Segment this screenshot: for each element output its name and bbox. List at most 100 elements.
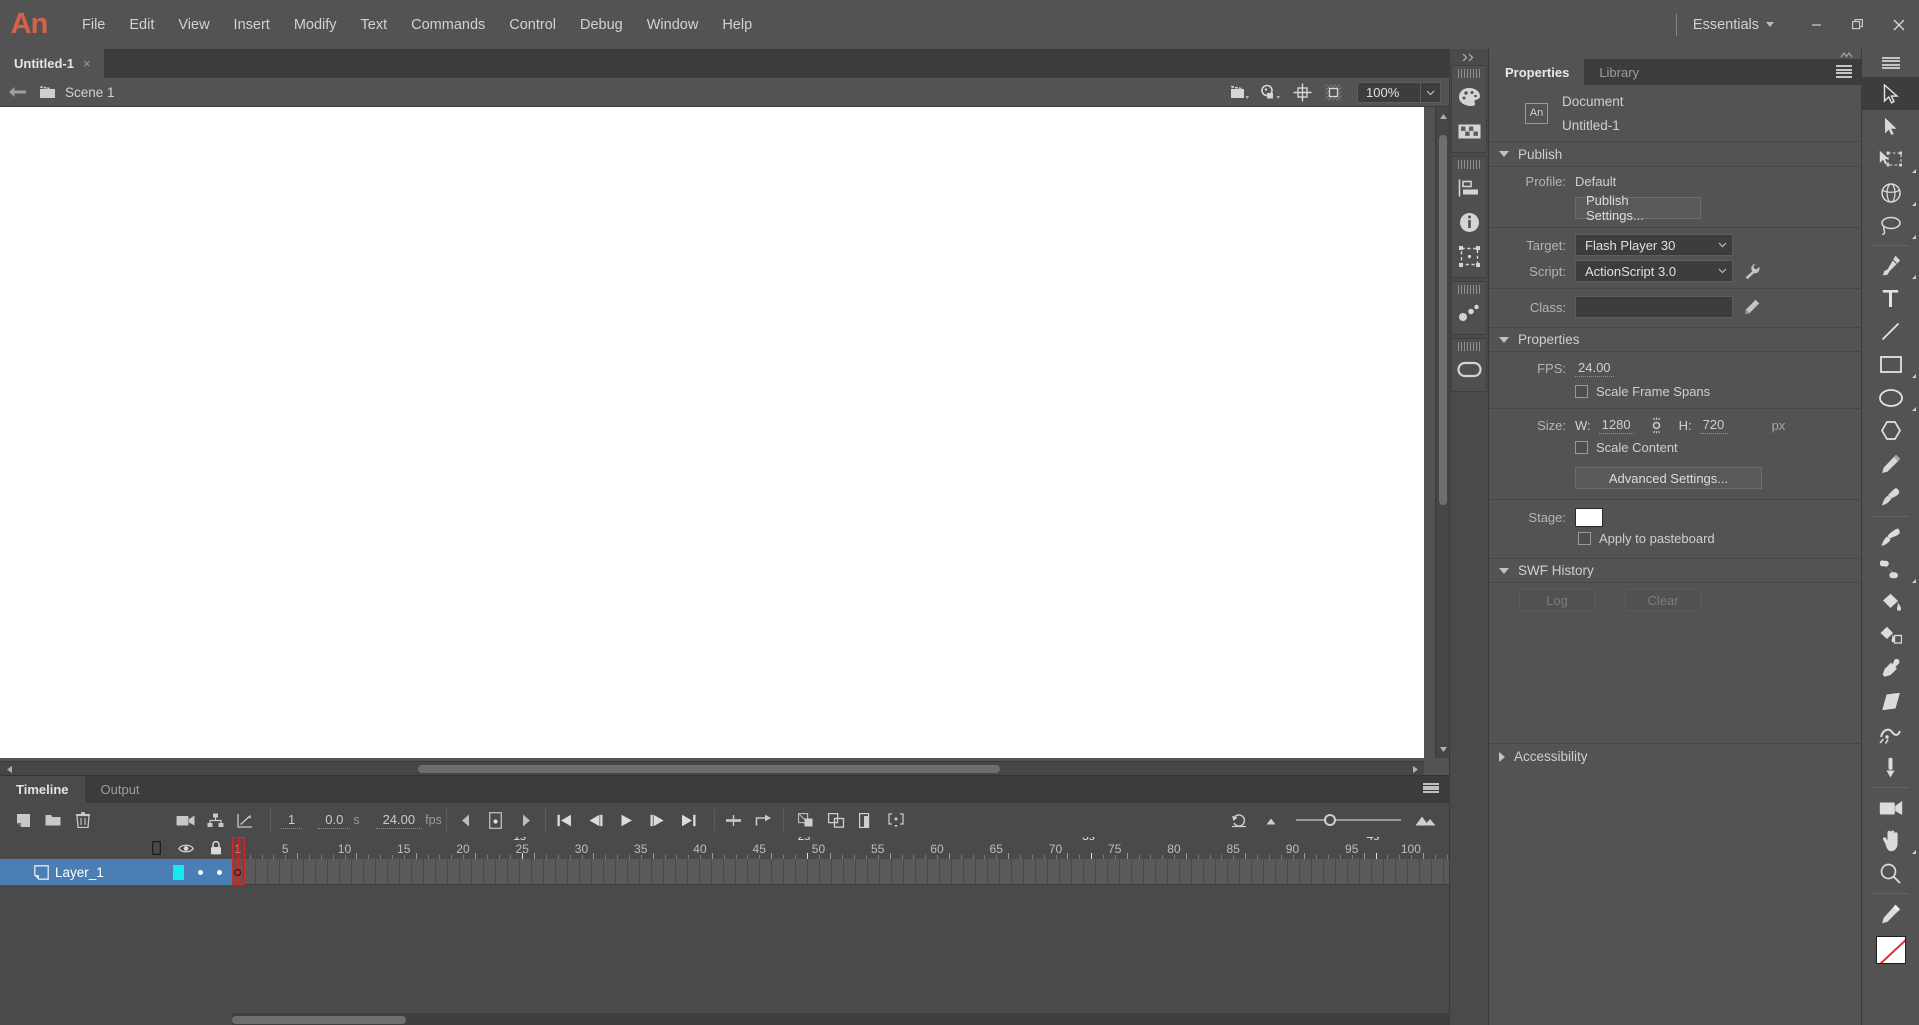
zoom-in-frames-icon[interactable] xyxy=(1411,805,1441,835)
zoom-level-combo[interactable]: 100% xyxy=(1357,82,1441,103)
link-broken-icon[interactable] xyxy=(1648,417,1665,434)
line-tool[interactable] xyxy=(1862,315,1919,348)
timeline-panel-menu-icon[interactable] xyxy=(1423,781,1439,795)
target-select[interactable]: Flash Player 30 xyxy=(1575,234,1733,256)
pencil-icon[interactable] xyxy=(1744,299,1760,315)
timeline-zoom-slider[interactable] xyxy=(1296,813,1401,827)
restore-button[interactable] xyxy=(1837,9,1878,40)
motion-editor-icon[interactable] xyxy=(1452,296,1486,330)
canvas-area[interactable] xyxy=(0,107,1449,775)
swatches-icon[interactable] xyxy=(1452,114,1486,148)
layer-lock-toggle[interactable] xyxy=(217,869,222,875)
advanced-settings-button[interactable]: Advanced Settings... xyxy=(1575,467,1762,489)
drag-grip[interactable] xyxy=(1458,342,1480,351)
fill-color-none[interactable] xyxy=(1862,930,1919,970)
horizontal-scrollbar-thumb[interactable] xyxy=(418,765,1000,773)
stage-color-swatch[interactable] xyxy=(1575,508,1603,527)
center-stage-icon[interactable] xyxy=(1288,81,1316,105)
menu-file[interactable]: File xyxy=(70,11,117,39)
eye-visibility-icon[interactable] xyxy=(178,843,194,854)
width-tool[interactable] xyxy=(1862,718,1919,751)
chevron-down-icon[interactable] xyxy=(1420,83,1440,102)
lock-icon[interactable] xyxy=(208,841,224,855)
frames-empty-area[interactable] xyxy=(232,885,1449,1012)
close-button[interactable] xyxy=(1878,9,1919,40)
timeline-ruler[interactable]: 1510152025303540455055606570758085909510… xyxy=(232,837,1449,859)
scale-frame-spans-checkbox[interactable]: Scale Frame Spans xyxy=(1575,384,1710,399)
layer-row-layer-1[interactable]: Layer_1 xyxy=(0,859,232,885)
workspace-switcher[interactable]: Essentials xyxy=(1693,17,1774,33)
menu-text[interactable]: Text xyxy=(349,11,400,39)
menu-commands[interactable]: Commands xyxy=(399,11,497,39)
output-column-icon[interactable] xyxy=(148,841,164,855)
menu-view[interactable]: View xyxy=(166,11,221,39)
new-folder-icon[interactable] xyxy=(38,805,68,835)
new-layer-icon[interactable] xyxy=(8,805,38,835)
paint-bucket-tool[interactable] xyxy=(1862,586,1919,619)
onion-skin-icon[interactable] xyxy=(852,805,882,835)
go-to-first-frame-icon[interactable] xyxy=(550,805,580,835)
camera-tool[interactable] xyxy=(1862,791,1919,824)
no-color-swatch[interactable] xyxy=(1875,936,1906,964)
info-icon[interactable] xyxy=(1452,205,1486,239)
height-input[interactable]: 720 xyxy=(1699,417,1728,434)
oval-tool[interactable] xyxy=(1862,381,1919,414)
eyedropper-tool[interactable] xyxy=(1862,652,1919,685)
menu-control[interactable]: Control xyxy=(497,11,568,39)
back-arrow-icon[interactable] xyxy=(0,86,34,98)
transform-icon[interactable] xyxy=(1452,239,1486,273)
scroll-right-icon[interactable] xyxy=(1408,762,1422,776)
ink-bottle-tool[interactable] xyxy=(1862,619,1919,652)
go-to-last-frame-icon[interactable] xyxy=(674,805,704,835)
menu-edit[interactable]: Edit xyxy=(117,11,166,39)
profile-value[interactable]: Default xyxy=(1575,174,1616,189)
edit-scene-icon[interactable] xyxy=(1226,81,1254,105)
collapse-rail-icon[interactable] xyxy=(1449,49,1489,65)
create-tween-icon[interactable] xyxy=(792,805,822,835)
pencil-tool[interactable] xyxy=(1862,447,1919,480)
frames-row-layer-1[interactable] xyxy=(232,859,1449,885)
slider-knob[interactable] xyxy=(1324,814,1336,826)
section-header-accessibility[interactable]: Accessibility xyxy=(1490,744,1861,769)
color-palette-icon[interactable] xyxy=(1452,80,1486,114)
step-forward-icon[interactable] xyxy=(643,805,673,835)
brush-tool[interactable] xyxy=(1862,480,1919,513)
edit-symbol-icon[interactable] xyxy=(1257,81,1285,105)
current-frame-field[interactable]: 1 xyxy=(281,812,303,829)
loop-prev-icon[interactable] xyxy=(451,805,481,835)
subselection-tool[interactable] xyxy=(1862,110,1919,143)
tab-library[interactable]: Library xyxy=(1584,59,1654,85)
section-header-properties[interactable]: Properties xyxy=(1490,327,1861,352)
hand-tool[interactable] xyxy=(1862,824,1919,857)
layer-visibility-toggle[interactable] xyxy=(198,869,203,875)
scale-content-checkbox[interactable]: Scale Content xyxy=(1575,440,1678,455)
free-transform-tool[interactable] xyxy=(1862,143,1919,176)
section-header-swf-history[interactable]: SWF History xyxy=(1490,558,1861,583)
menu-window[interactable]: Window xyxy=(635,11,711,39)
insert-keyframe-icon[interactable] xyxy=(719,805,749,835)
layer-outline-color-swatch[interactable] xyxy=(173,864,184,880)
zoom-level-value[interactable]: 100% xyxy=(1358,83,1420,102)
parenting-view-icon[interactable] xyxy=(200,805,230,835)
bone-tool[interactable] xyxy=(1862,553,1919,586)
3d-rotation-tool[interactable] xyxy=(1862,176,1919,209)
checkbox-box[interactable] xyxy=(1578,532,1591,545)
selection-tool[interactable] xyxy=(1862,77,1919,110)
scene-name-label[interactable]: Scene 1 xyxy=(65,85,115,100)
swf-clear-button[interactable]: Clear xyxy=(1625,589,1701,611)
asset-warp-tool[interactable] xyxy=(1862,751,1919,784)
lasso-tool[interactable] xyxy=(1862,209,1919,242)
document-tab-untitled-1[interactable]: Untitled-1 × xyxy=(0,49,104,78)
menu-insert[interactable]: Insert xyxy=(222,11,282,39)
section-header-publish[interactable]: Publish xyxy=(1490,142,1861,167)
loop-next-icon[interactable] xyxy=(511,805,541,835)
tools-panel-menu[interactable] xyxy=(1862,49,1919,77)
camera-icon[interactable] xyxy=(170,805,200,835)
menu-modify[interactable]: Modify xyxy=(282,11,349,39)
delete-layer-icon[interactable] xyxy=(68,805,98,835)
stage[interactable] xyxy=(0,107,1424,758)
minimize-button[interactable] xyxy=(1796,9,1837,40)
tab-output[interactable]: Output xyxy=(85,776,156,803)
clip-content-icon[interactable] xyxy=(1319,81,1347,105)
width-input[interactable]: 1280 xyxy=(1598,417,1634,434)
